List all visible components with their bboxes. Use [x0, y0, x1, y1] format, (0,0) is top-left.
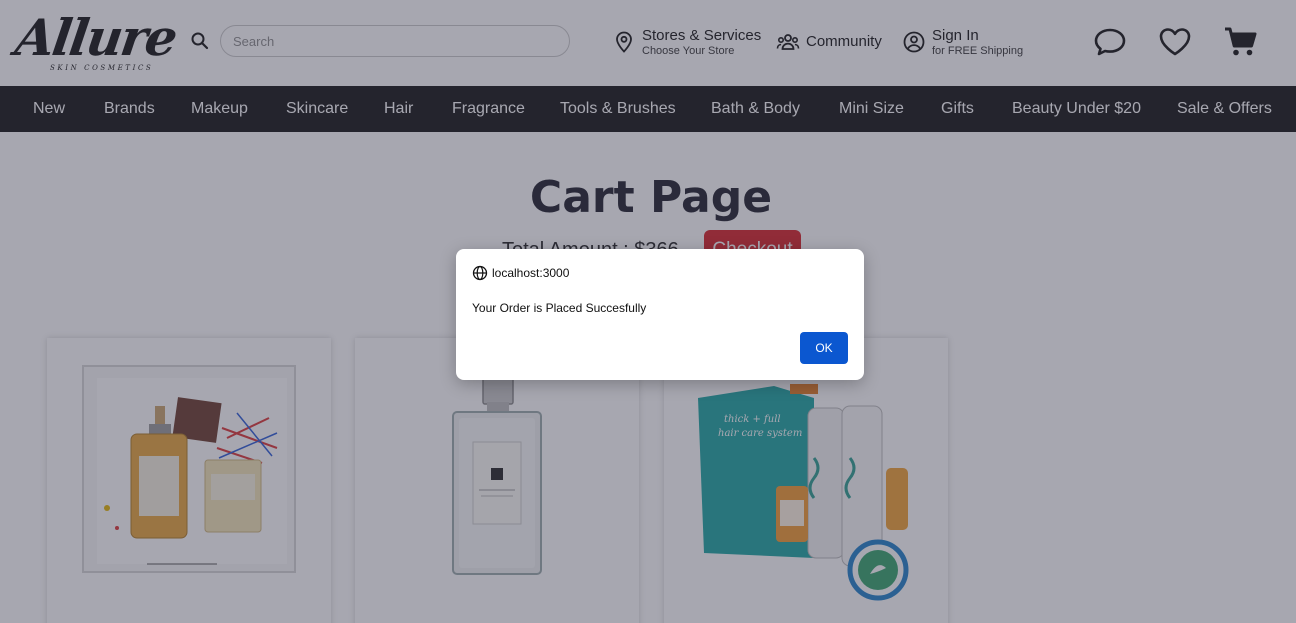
- dialog-header: localhost:3000: [472, 265, 569, 281]
- dialog-origin: localhost:3000: [492, 266, 570, 280]
- dialog-message: Your Order is Placed Succesfully: [472, 301, 647, 315]
- alert-dialog: localhost:3000 Your Order is Placed Succ…: [456, 249, 864, 380]
- ok-button[interactable]: OK: [800, 332, 848, 364]
- globe-icon: [472, 265, 488, 281]
